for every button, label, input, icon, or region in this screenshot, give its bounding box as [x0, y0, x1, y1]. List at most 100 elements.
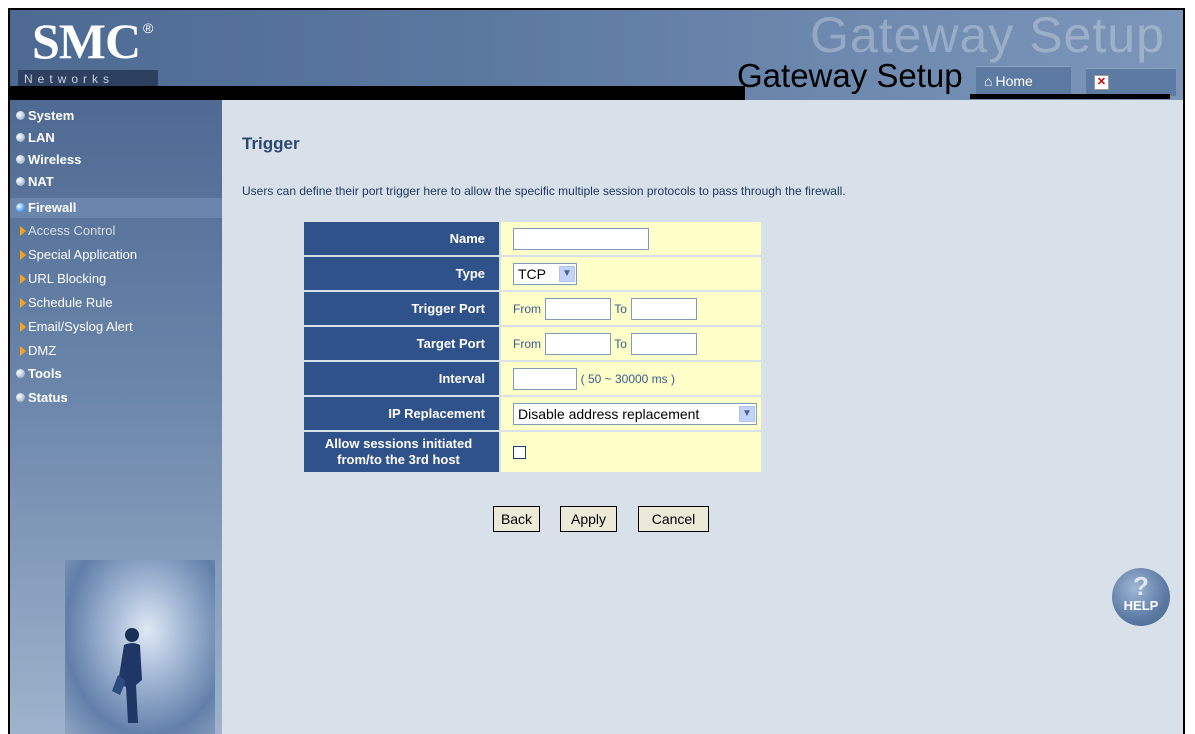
- allow-sessions-label-line1: Allow sessions initiated: [324, 436, 473, 451]
- sidebar-item-status[interactable]: Status: [16, 388, 68, 408]
- interval-input[interactable]: [513, 367, 577, 390]
- logout-area: ✕: [1086, 68, 1176, 96]
- sidebar-subitem-special-application[interactable]: Special Application: [20, 245, 137, 265]
- bullet-icon: [16, 393, 25, 402]
- name-label: Name: [304, 222, 501, 255]
- sidebar-subitem-dmz[interactable]: DMZ: [20, 341, 56, 361]
- to-label: To: [614, 301, 627, 316]
- ip-replacement-select-value: Disable address replacement: [518, 405, 700, 422]
- ip-replacement-label: IP Replacement: [304, 397, 501, 430]
- back-button[interactable]: Back: [493, 506, 540, 532]
- smc-logo: SMC: [32, 13, 141, 69]
- sidebar-subitem-label: DMZ: [28, 343, 57, 358]
- arrow-right-icon: [20, 250, 26, 260]
- allow-sessions-label-line2: from/to the 3rd host: [337, 452, 460, 467]
- arrow-right-icon: [20, 346, 26, 356]
- bullet-icon: [16, 369, 25, 378]
- sidebar-item-label: LAN: [28, 130, 55, 145]
- sidebar-item-label: Status: [28, 390, 68, 405]
- sidebar-item-label: Firewall: [28, 200, 77, 215]
- sidebar-subitem-schedule-rule[interactable]: Schedule Rule: [20, 293, 113, 313]
- header-watermark: Gateway Setup: [810, 8, 1165, 63]
- apply-button[interactable]: Apply: [560, 506, 617, 532]
- trigger-port-cell: From To: [501, 292, 761, 325]
- bullet-icon: [16, 203, 25, 212]
- form-row-trigger-port: Trigger Port From To: [304, 292, 761, 325]
- trigger-port-to-input[interactable]: [630, 297, 697, 320]
- sidebar-item-nat[interactable]: NAT: [16, 172, 54, 192]
- allow-sessions-cell: [501, 432, 761, 472]
- sidebar-item-label: Wireless: [28, 152, 82, 167]
- sidebar-subitem-label: Schedule Rule: [28, 295, 113, 310]
- form-row-allow-sessions: Allow sessions initiated from/to the 3rd…: [304, 432, 761, 472]
- home-link[interactable]: ⌂ Home: [976, 66, 1071, 94]
- type-select[interactable]: TCP ▼: [513, 262, 577, 285]
- form-row-target-port: Target Port From To: [304, 327, 761, 360]
- arrow-right-icon: [20, 298, 26, 308]
- sidebar-subitem-url-blocking[interactable]: URL Blocking: [20, 269, 106, 289]
- ip-replacement-select[interactable]: Disable address replacement ▼: [513, 402, 757, 425]
- allow-sessions-checkbox[interactable]: [513, 446, 526, 460]
- sidebar-item-lan[interactable]: LAN: [16, 128, 55, 148]
- type-cell: TCP ▼: [501, 257, 761, 290]
- ip-replacement-cell: Disable address replacement ▼: [501, 397, 761, 430]
- question-mark-icon: ?: [1133, 571, 1149, 601]
- to-label: To: [614, 336, 627, 351]
- target-port-label: Target Port: [304, 327, 501, 360]
- name-cell: [501, 222, 761, 255]
- sidebar-subitem-label: URL Blocking: [28, 271, 107, 286]
- chevron-down-icon: ▼: [559, 265, 575, 282]
- cancel-button[interactable]: Cancel: [638, 506, 709, 532]
- home-icon: ⌂: [984, 73, 993, 89]
- arrow-right-icon: [20, 226, 26, 236]
- sidebar-subitem-email-syslog-alert[interactable]: Email/Syslog Alert: [20, 317, 133, 337]
- chevron-down-icon: ▼: [739, 405, 755, 422]
- bullet-icon: [16, 133, 25, 142]
- registered-mark: ®: [143, 20, 154, 36]
- help-button[interactable]: ? HELP: [1112, 568, 1170, 626]
- help-label: HELP: [1123, 598, 1159, 613]
- from-label: From: [513, 336, 541, 351]
- sidebar-subitem-access-control[interactable]: Access Control: [20, 221, 115, 241]
- form-row-interval: Interval ( 50 ~ 30000 ms ): [304, 362, 761, 395]
- main-content: Trigger Users can define their port trig…: [222, 100, 1183, 734]
- page-title: Trigger: [242, 134, 300, 153]
- sidebar-item-wireless[interactable]: Wireless: [16, 150, 81, 170]
- target-port-from-input[interactable]: [544, 332, 611, 355]
- bullet-icon: [16, 177, 25, 186]
- name-input[interactable]: [513, 227, 649, 250]
- interval-label: Interval: [304, 362, 501, 395]
- form-row-name: Name: [304, 222, 761, 255]
- arrow-right-icon: [20, 274, 26, 284]
- trigger-port-from-input[interactable]: [544, 297, 611, 320]
- page-description: Users can define their port trigger here…: [242, 184, 846, 198]
- sidebar-item-label: NAT: [28, 174, 54, 189]
- person-silhouette-image: [112, 628, 142, 723]
- app-window: SMC ® Networks Gateway Setup Gateway Set…: [8, 8, 1185, 734]
- header-banner: SMC ® Networks Gateway Setup Gateway Set…: [10, 8, 1183, 100]
- header-baseline: [970, 94, 1170, 99]
- arrow-right-icon: [20, 322, 26, 332]
- sidebar-item-system[interactable]: System: [16, 106, 74, 126]
- header-divider: [10, 86, 745, 100]
- from-label: From: [513, 301, 541, 316]
- type-select-value: TCP: [518, 265, 546, 282]
- sidebar: System LAN Wireless NAT Firewall Access …: [10, 100, 222, 734]
- interval-hint: ( 50 ~ 30000 ms ): [580, 371, 676, 386]
- header-title: Gateway Setup: [737, 57, 963, 94]
- bullet-icon: [16, 111, 25, 120]
- sidebar-item-tools[interactable]: Tools: [16, 364, 62, 384]
- form-row-type: Type TCP ▼: [304, 257, 761, 290]
- sidebar-item-firewall[interactable]: Firewall: [10, 198, 222, 218]
- sidebar-subitem-label: Special Application: [28, 247, 138, 262]
- form-row-ip-replacement: IP Replacement Disable address replaceme…: [304, 397, 761, 430]
- sidebar-subitem-label: Access Control: [28, 223, 116, 238]
- bullet-icon: [16, 155, 25, 164]
- home-label: Home: [995, 73, 1033, 89]
- trigger-form: Name Type TCP ▼ Trigger Port From To Tar…: [304, 220, 761, 474]
- target-port-to-input[interactable]: [630, 332, 697, 355]
- allow-sessions-label: Allow sessions initiated from/to the 3rd…: [304, 432, 501, 472]
- trigger-port-label: Trigger Port: [304, 292, 501, 325]
- sidebar-item-label: Tools: [28, 366, 62, 381]
- close-icon[interactable]: ✕: [1094, 75, 1109, 90]
